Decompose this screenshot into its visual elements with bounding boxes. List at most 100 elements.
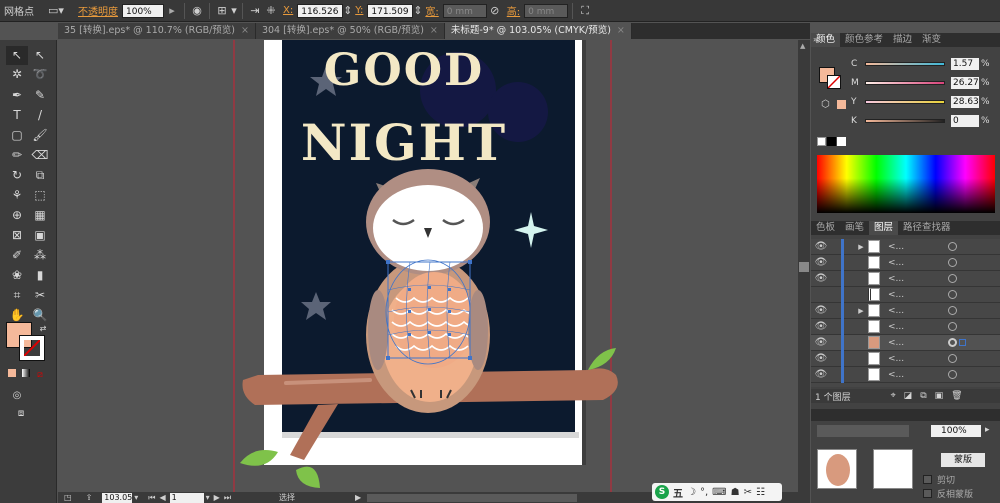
type-tool-icon[interactable]: T xyxy=(6,106,28,125)
blend-mode-select[interactable] xyxy=(817,425,909,437)
width-label[interactable]: 宽: xyxy=(421,3,442,18)
chevron-down-icon[interactable]: ▾ xyxy=(206,493,210,502)
ime-mode-label[interactable]: 五 xyxy=(673,485,683,500)
symbol-sprayer-tool-icon[interactable]: ❀ xyxy=(6,266,28,285)
layer-row[interactable]: 👁 <... xyxy=(811,270,1000,287)
invert-mask-checkbox[interactable] xyxy=(923,489,932,498)
eye-icon[interactable]: 👁 xyxy=(811,337,831,348)
pencil-tool-icon[interactable]: ✏ xyxy=(6,146,28,165)
white-swatch[interactable] xyxy=(837,137,846,146)
trash-icon[interactable]: 🗑 xyxy=(951,391,962,401)
eye-icon[interactable]: 👁 xyxy=(811,305,831,316)
new-sublayer-icon[interactable]: ⧉ xyxy=(920,391,926,401)
slider-c[interactable]: C 1.57% xyxy=(851,57,999,71)
moon-icon[interactable]: ☽ xyxy=(687,487,696,498)
tab-doc-untitled-9[interactable]: 未标题-9* @ 103.05% (CMYK/预览) × xyxy=(444,23,632,39)
tab-swatches[interactable]: 色板 xyxy=(811,221,840,235)
lasso-tool-icon[interactable]: ➰ xyxy=(29,65,51,84)
slider-m[interactable]: M 26.27% xyxy=(851,76,999,90)
vertical-scrollbar[interactable]: ▲ xyxy=(798,40,810,492)
swap-icon[interactable]: ⇄ xyxy=(38,319,48,338)
tools-icon[interactable]: ✂ xyxy=(744,487,752,498)
status-arrow-icon[interactable]: ▶ xyxy=(355,493,361,502)
scroll-up-icon[interactable]: ▲ xyxy=(800,42,805,50)
cube-icon[interactable]: ⬡ xyxy=(821,99,830,110)
opacity-label[interactable]: 不透明度 xyxy=(74,3,122,18)
anchor-icon[interactable]: ⁜ xyxy=(263,3,279,19)
target-icon[interactable] xyxy=(948,370,957,379)
x-label[interactable]: X: xyxy=(279,5,297,16)
first-page-icon[interactable]: ⏮ xyxy=(148,493,155,503)
target-icon[interactable] xyxy=(948,258,957,267)
magic-wand-tool-icon[interactable]: ✲ xyxy=(6,65,28,84)
layer-row[interactable]: 👁 <... xyxy=(811,350,1000,367)
layer-row[interactable]: 👁 <... xyxy=(811,366,1000,383)
line-tool-icon[interactable]: / xyxy=(29,106,51,125)
color-spectrum[interactable] xyxy=(817,155,995,213)
zoom-field[interactable]: 103.05 xyxy=(102,492,133,503)
tab-stroke[interactable]: 描边 xyxy=(888,33,917,47)
close-icon[interactable]: × xyxy=(617,23,625,39)
last-page-icon[interactable]: ⏭ xyxy=(224,493,231,503)
hscroll-track[interactable] xyxy=(367,493,578,502)
layer-row[interactable]: 👁 <... xyxy=(811,318,1000,335)
tab-color-guide[interactable]: 颜色参考 xyxy=(840,33,888,47)
scale-tool-icon[interactable]: ⧉ xyxy=(29,166,51,185)
eye-icon[interactable]: 👁 xyxy=(811,257,831,268)
slider-y[interactable]: Y 28.63% xyxy=(851,95,999,109)
target-icon[interactable] xyxy=(948,274,957,283)
direct-selection-tool-icon[interactable]: ↖ xyxy=(29,46,51,65)
align-icon[interactable]: ⊞ xyxy=(214,3,230,19)
target-icon[interactable] xyxy=(948,338,957,347)
stepper-icon[interactable]: ⇕ xyxy=(343,3,352,19)
tab-gradient[interactable]: 渐变 xyxy=(917,33,946,47)
prev-page-icon[interactable]: ◀ xyxy=(159,493,165,502)
target-icon[interactable] xyxy=(948,322,957,331)
none-mode-icon[interactable]: ⧄ xyxy=(34,366,46,385)
mesh-tool-icon[interactable]: ⊠ xyxy=(6,226,28,245)
close-icon[interactable]: × xyxy=(430,23,438,39)
gradient-mode-icon[interactable] xyxy=(20,366,32,385)
stepper-icon[interactable]: ⇕ xyxy=(413,3,422,19)
draw-mode-icon[interactable]: ◎ xyxy=(6,386,28,405)
layer-row[interactable]: 👁 <... xyxy=(811,254,1000,271)
height-label[interactable]: 高: xyxy=(503,3,524,18)
target-icon[interactable] xyxy=(948,290,957,299)
mask-thumbnail[interactable] xyxy=(873,449,913,489)
next-page-icon[interactable]: ▶ xyxy=(214,493,220,502)
warp-tool-icon[interactable]: ⚘ xyxy=(6,186,28,205)
layer-row[interactable]: 👁 ▶ <... xyxy=(811,302,1000,319)
eye-icon[interactable]: 👁 xyxy=(811,321,831,332)
clip-checkbox[interactable] xyxy=(923,475,932,484)
none-swatch[interactable] xyxy=(817,137,826,146)
rectangle-tool-icon[interactable]: ▢ xyxy=(6,126,28,145)
artboard-tool-icon[interactable]: ⌗ xyxy=(6,286,28,305)
panel-collapse-icon[interactable]: » xyxy=(813,35,818,44)
eraser-tool-icon[interactable]: ⌫ xyxy=(29,146,51,165)
slider-k[interactable]: K 0% xyxy=(851,114,999,128)
punct-icon[interactable]: °, xyxy=(700,487,708,498)
artboard-svg[interactable]: GOOD NIGHT xyxy=(58,40,798,492)
width-input[interactable]: 0 mm xyxy=(442,3,487,18)
target-icon[interactable] xyxy=(948,354,957,363)
export-icon[interactable]: ⇪ xyxy=(86,493,93,502)
layer-row[interactable]: <... xyxy=(811,286,1000,303)
color-stroke-swatch[interactable] xyxy=(827,75,841,89)
y-input[interactable]: 171.509 xyxy=(367,3,414,18)
color-mode-icon[interactable] xyxy=(6,366,18,385)
curvature-tool-icon[interactable]: ✎ xyxy=(29,86,51,105)
skin-icon[interactable]: ☗ xyxy=(731,487,740,498)
tab-doc-304[interactable]: 304 [转换].eps* @ 50% (RGB/预览) × xyxy=(255,23,445,39)
clip-mask-icon[interactable]: ◪ xyxy=(904,391,913,401)
arrow-icon[interactable]: ▸ xyxy=(164,3,180,19)
expand-icon[interactable]: ▶ xyxy=(854,243,868,251)
chevron-down-icon[interactable]: ▾ xyxy=(134,493,138,502)
rotate-tool-icon[interactable]: ↻ xyxy=(6,166,28,185)
slice-tool-icon[interactable]: ✂ xyxy=(29,286,51,305)
selection-tool-icon[interactable]: ↖ xyxy=(6,46,28,65)
eye-icon[interactable]: 👁 xyxy=(811,353,831,364)
graph-tool-icon[interactable]: ▮ xyxy=(29,266,51,285)
eye-icon[interactable]: 👁 xyxy=(811,369,831,380)
tab-pathfinder[interactable]: 路径查找器 xyxy=(898,221,956,235)
y-label[interactable]: Y: xyxy=(351,5,367,16)
